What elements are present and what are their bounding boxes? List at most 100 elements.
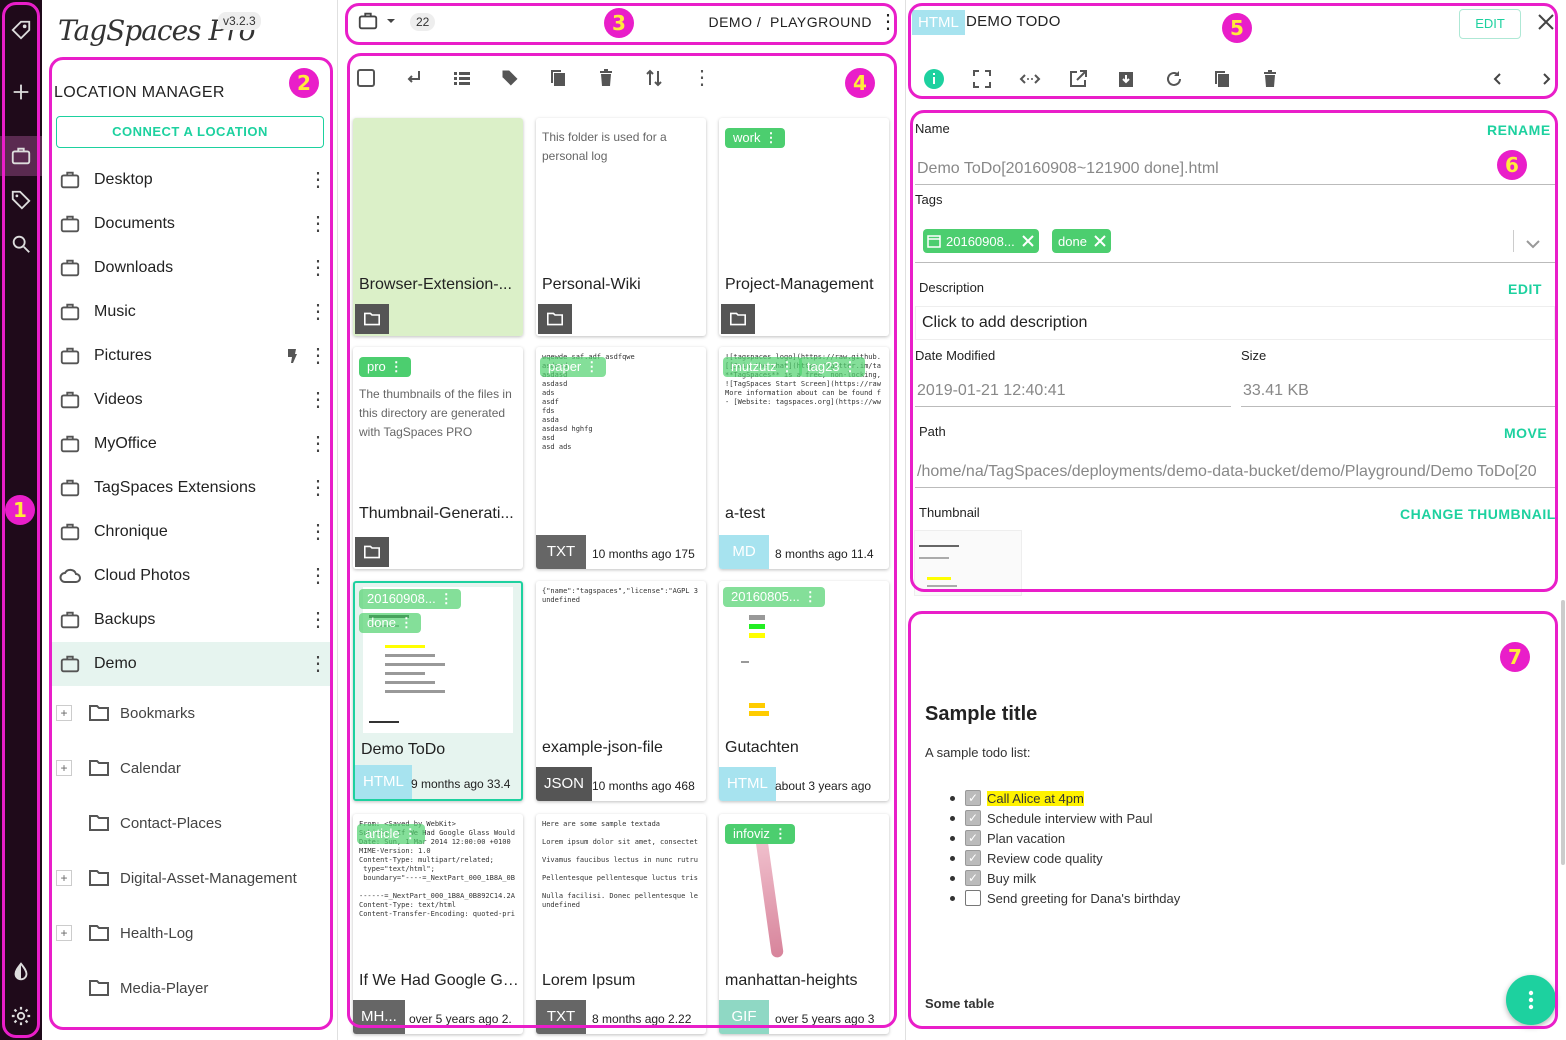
todo-checkbox[interactable]: ✓ bbox=[965, 830, 981, 846]
locations-icon[interactable] bbox=[0, 136, 42, 176]
folder-card[interactable]: Browser-Extension-... bbox=[353, 118, 523, 336]
location-item[interactable]: Chronique ⋮ bbox=[50, 510, 330, 554]
tree-folder-item[interactable]: Media-Player bbox=[56, 973, 336, 1003]
close-icon[interactable] bbox=[1536, 12, 1556, 37]
expand-icon[interactable]: + bbox=[56, 705, 72, 721]
fullscreen-icon[interactable] bbox=[971, 68, 993, 90]
location-item[interactable]: Downloads ⋮ bbox=[50, 246, 330, 290]
location-item[interactable]: Music ⋮ bbox=[50, 290, 330, 334]
file-card[interactable]: From: <Saved by WebKit> Subject: If We H… bbox=[353, 814, 523, 1034]
folder-card[interactable]: The thumbnails of the files in this dire… bbox=[353, 347, 523, 569]
tree-folder-item[interactable]: Contact-Places bbox=[56, 808, 336, 838]
file-card[interactable]: 20160805... ⋮ Gutachten HTML about 3 years a… bbox=[719, 581, 889, 801]
edit-file-button[interactable]: EDIT bbox=[1459, 9, 1521, 39]
tag-menu-icon[interactable]: ⋮ bbox=[781, 359, 794, 374]
location-item[interactable]: Backups ⋮ bbox=[50, 598, 330, 642]
location-menu-icon[interactable]: ⋮ bbox=[306, 170, 330, 190]
location-menu-icon[interactable]: ⋮ bbox=[306, 214, 330, 234]
tag-chip[interactable]: tag23 ⋮ bbox=[799, 357, 865, 377]
folder-icon[interactable] bbox=[721, 304, 755, 334]
preview-scrollbar[interactable] bbox=[1561, 600, 1565, 865]
connect-location-button[interactable]: CONNECT A LOCATION bbox=[56, 116, 324, 148]
file-card[interactable]: wqewde saf.adf asdfqwe asdasd asdasd asd… bbox=[536, 347, 706, 569]
todo-checkbox[interactable]: ✓ bbox=[965, 810, 981, 826]
sort-icon[interactable] bbox=[642, 66, 666, 90]
location-menu-icon[interactable]: ⋮ bbox=[306, 654, 330, 674]
location-item[interactable]: Demo ⋮ bbox=[50, 642, 330, 686]
expand-icon[interactable]: + bbox=[56, 925, 72, 941]
theme-icon[interactable] bbox=[0, 952, 42, 992]
location-item[interactable]: Cloud Photos ⋮ bbox=[50, 554, 330, 598]
tag-menu-icon[interactable]: ⋮ bbox=[390, 359, 403, 374]
expand-panel-icon[interactable] bbox=[1019, 68, 1041, 90]
tree-folder-item[interactable]: + Bookmarks bbox=[56, 698, 336, 728]
delete-icon[interactable] bbox=[594, 66, 618, 90]
change-thumbnail-button[interactable]: CHANGE THUMBNAIL bbox=[1400, 506, 1556, 522]
download-icon[interactable] bbox=[1115, 68, 1137, 90]
tag-icon[interactable] bbox=[498, 66, 522, 90]
location-menu-icon[interactable]: ⋮ bbox=[306, 302, 330, 322]
todo-checkbox[interactable]: ✓ bbox=[965, 850, 981, 866]
tags-icon[interactable] bbox=[0, 180, 42, 220]
location-menu-icon[interactable]: ⋮ bbox=[306, 434, 330, 454]
folder-card[interactable]: This folder is used for a personal log Pe… bbox=[536, 118, 706, 336]
description-field[interactable]: Click to add description bbox=[915, 306, 1555, 340]
tag-menu-icon[interactable]: ⋮ bbox=[404, 826, 417, 841]
tree-folder-item[interactable]: + Health-Log bbox=[56, 918, 336, 948]
tag-chip[interactable]: 20160908... ⋮ bbox=[359, 589, 461, 609]
tag-chip[interactable]: work ⋮ bbox=[725, 128, 786, 148]
location-item[interactable]: Documents ⋮ bbox=[50, 202, 330, 246]
tag-menu-icon[interactable]: ⋮ bbox=[585, 359, 598, 374]
more-options-icon[interactable]: ⋮ bbox=[690, 66, 714, 90]
location-menu-icon[interactable]: ⋮ bbox=[306, 390, 330, 410]
todo-checkbox[interactable]: ✓ bbox=[965, 870, 981, 886]
tags-dropdown-icon[interactable] bbox=[1526, 236, 1540, 254]
rename-button[interactable]: RENAME bbox=[1487, 122, 1551, 138]
tag-chip-date[interactable]: 20160908... bbox=[923, 229, 1039, 253]
tag-menu-icon[interactable]: ⋮ bbox=[774, 826, 787, 841]
file-card[interactable]: {"name":"tagspaces","license":"AGPL 3.0"… bbox=[536, 581, 706, 801]
location-item[interactable]: Videos ⋮ bbox=[50, 378, 330, 422]
select-all-checkbox[interactable] bbox=[354, 66, 378, 90]
remove-tag-icon[interactable] bbox=[1093, 234, 1107, 248]
location-menu-icon[interactable]: ⋮ bbox=[306, 522, 330, 542]
list-view-icon[interactable] bbox=[450, 66, 474, 90]
location-item[interactable]: Pictures ⋮ bbox=[50, 334, 330, 378]
location-switcher[interactable] bbox=[357, 10, 397, 32]
parent-folder-icon[interactable] bbox=[402, 66, 426, 90]
location-item[interactable]: Desktop ⋮ bbox=[50, 158, 330, 202]
todo-checkbox[interactable] bbox=[965, 890, 981, 906]
location-menu-icon[interactable]: ⋮ bbox=[306, 566, 330, 586]
tagspaces-logo-icon[interactable] bbox=[0, 10, 42, 50]
tag-chip[interactable]: done ⋮ bbox=[359, 613, 421, 633]
info-icon[interactable] bbox=[923, 68, 945, 90]
file-card[interactable]: 20160908... ⋮ done ⋮ Demo ToDo HTML 9 months a… bbox=[353, 581, 523, 801]
folder-card[interactable]: work ⋮ Project-Management bbox=[719, 118, 889, 336]
delete-file-icon[interactable] bbox=[1259, 68, 1281, 90]
expand-icon[interactable]: + bbox=[56, 870, 72, 886]
todo-checkbox[interactable]: ✓ bbox=[965, 790, 981, 806]
duplicate-icon[interactable] bbox=[1211, 68, 1233, 90]
location-item[interactable]: TagSpaces Extensions ⋮ bbox=[50, 466, 330, 510]
tag-chip[interactable]: article ⋮ bbox=[357, 824, 425, 844]
folder-icon[interactable] bbox=[355, 537, 389, 567]
location-menu-icon[interactable]: ⋮ bbox=[306, 258, 330, 278]
tag-chip[interactable]: mutzutz ⋮ bbox=[723, 357, 802, 377]
previous-file-icon[interactable] bbox=[1487, 68, 1509, 90]
preview-fab-button[interactable] bbox=[1506, 975, 1556, 1025]
add-icon[interactable] bbox=[0, 72, 42, 112]
location-menu-icon[interactable]: ⋮ bbox=[306, 610, 330, 630]
search-icon[interactable] bbox=[0, 224, 42, 264]
copy-icon[interactable] bbox=[546, 66, 570, 90]
tag-chip-done[interactable]: done bbox=[1052, 229, 1111, 253]
tag-menu-icon[interactable]: ⋮ bbox=[440, 591, 453, 606]
tag-menu-icon[interactable]: ⋮ bbox=[400, 615, 413, 630]
tag-chip[interactable]: pro ⋮ bbox=[359, 357, 411, 377]
expand-icon[interactable]: + bbox=[56, 760, 72, 776]
tag-chip[interactable]: 20160805... ⋮ bbox=[723, 587, 825, 607]
folder-icon[interactable] bbox=[355, 304, 389, 334]
reload-icon[interactable] bbox=[1163, 68, 1185, 90]
location-menu-icon[interactable]: ⋮ bbox=[306, 478, 330, 498]
open-external-icon[interactable] bbox=[1067, 68, 1089, 90]
file-name-field[interactable]: Demo ToDo[20160908~121900 done].html bbox=[917, 160, 1219, 178]
